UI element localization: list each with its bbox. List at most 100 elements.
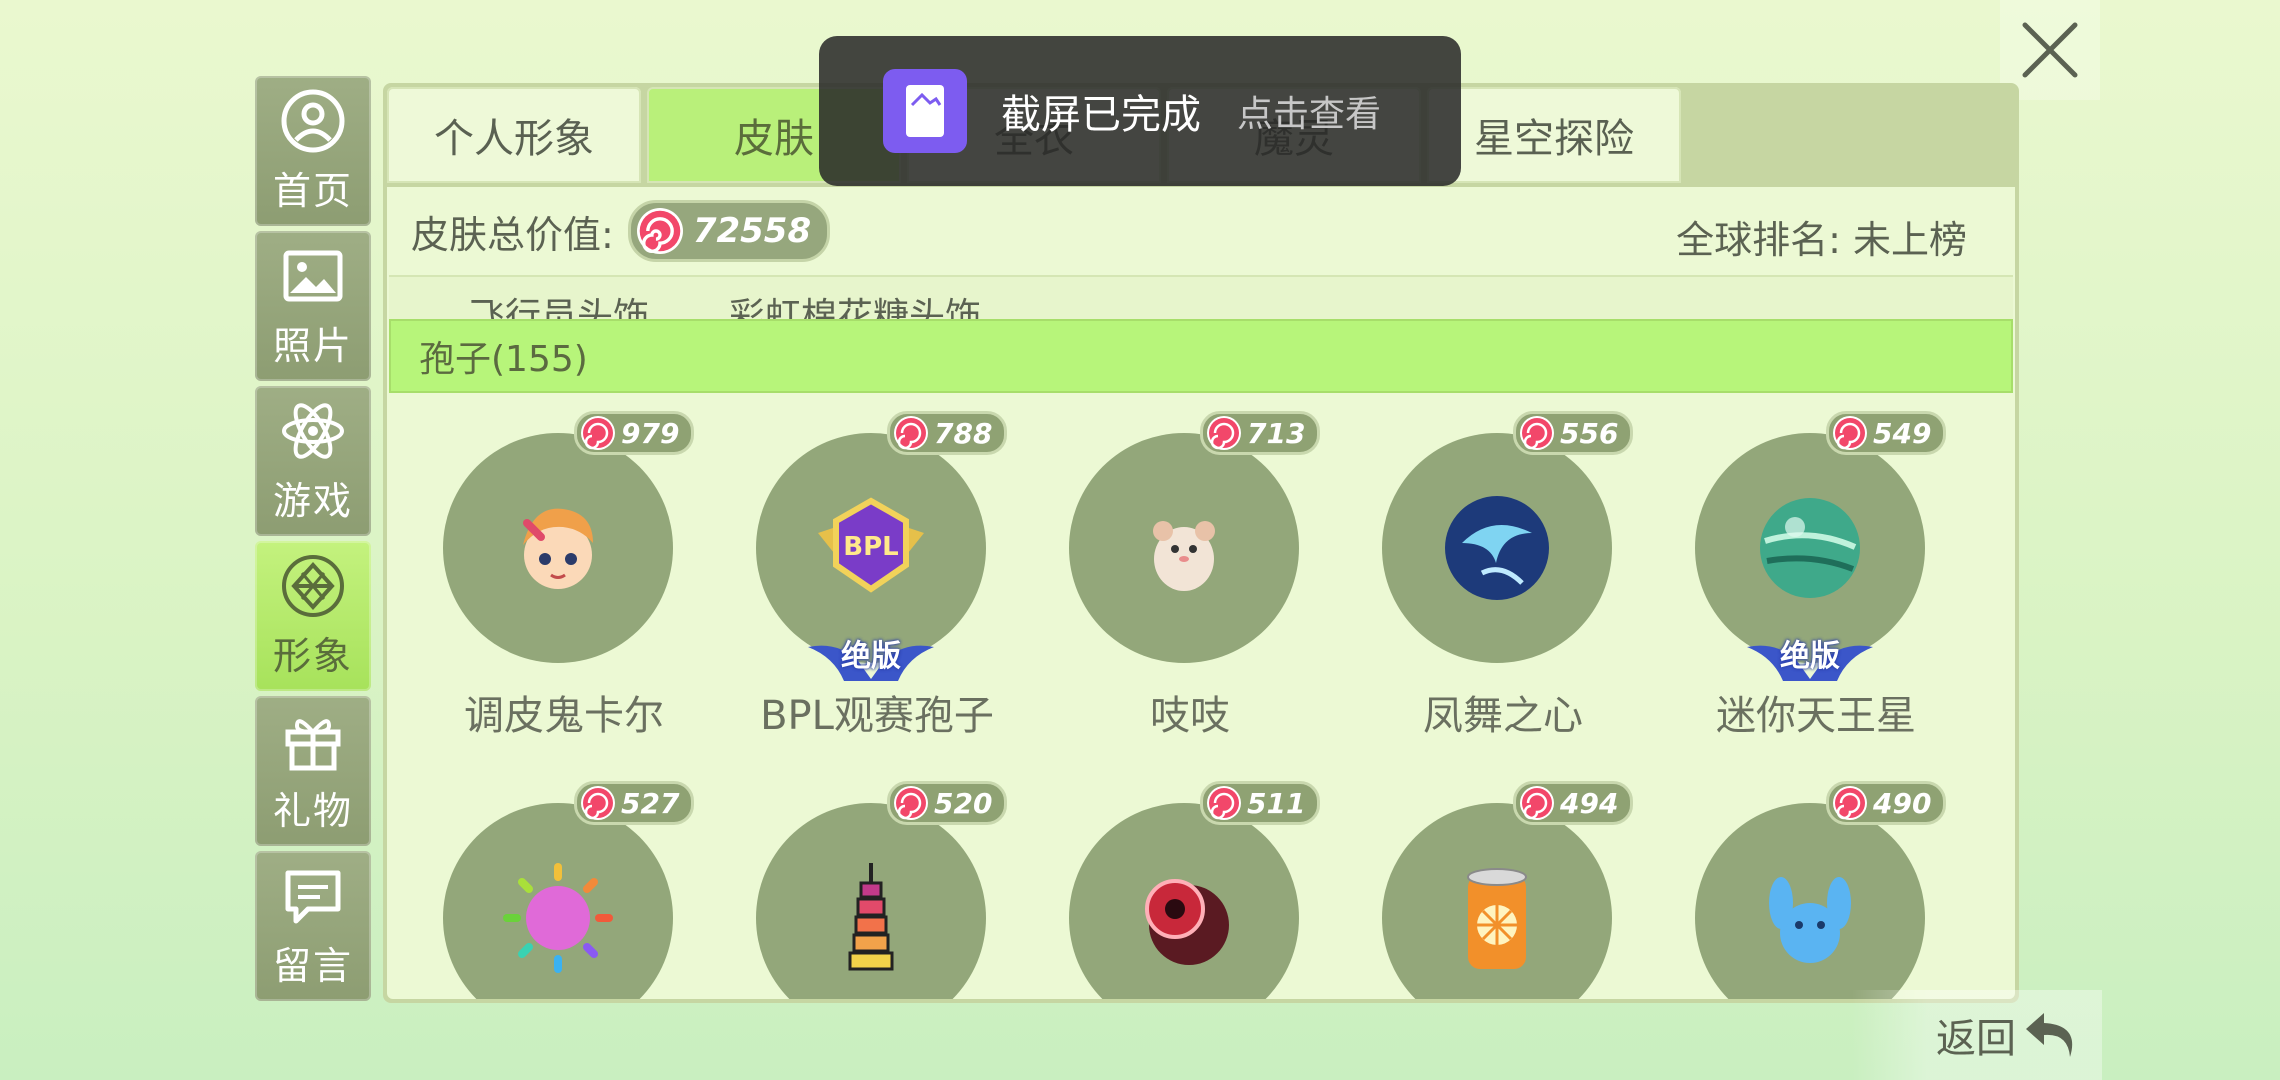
candy-icon xyxy=(1833,786,1867,820)
chat-icon xyxy=(280,863,346,929)
skin-item[interactable]: 494 xyxy=(1338,763,1650,999)
skin-item[interactable]: 549 绝版 迷你天王星 xyxy=(1651,393,1963,739)
item-name: 迷你天王星 xyxy=(1716,693,1916,739)
side-item-label: 礼物 xyxy=(272,788,353,833)
item-name: BPL观赛孢子 xyxy=(760,693,994,739)
price-value: 556 xyxy=(1560,416,1619,450)
candy-icon xyxy=(1833,416,1867,450)
candy-icon xyxy=(636,208,683,254)
side-menu: 首页 照片 游戏 形象 礼物 留言 xyxy=(255,76,371,1006)
price-tag: 556 xyxy=(1513,411,1634,455)
side-item-label: 留言 xyxy=(272,943,353,988)
limited-badge: 绝版 xyxy=(804,625,938,687)
price-tag: 494 xyxy=(1513,781,1634,825)
pagoda-icon xyxy=(848,863,894,971)
skin-value-row: 皮肤总价值: 72558 全球排名: 未上榜 xyxy=(387,187,2015,275)
total-value-pill: 72558 xyxy=(627,200,831,262)
skin-item[interactable]: 979 调皮鬼卡尔 xyxy=(399,393,711,739)
price-value: 520 xyxy=(934,786,993,820)
gift-icon xyxy=(280,708,346,774)
price-value: 788 xyxy=(934,416,993,450)
item-circle xyxy=(443,433,673,663)
item-circle xyxy=(1695,803,1925,999)
skin-item[interactable]: 556 凤舞之心 xyxy=(1338,393,1650,739)
price-value: 494 xyxy=(1560,786,1619,820)
candy-icon xyxy=(1520,416,1554,450)
price-tag: 490 xyxy=(1826,781,1947,825)
price-tag: 527 xyxy=(574,781,695,825)
item-name: 凤舞之心 xyxy=(1423,693,1583,739)
side-item-messages[interactable]: 留言 xyxy=(255,851,371,1001)
previous-section-row: 飞行员头饰 彩虹棉花糖头饰 xyxy=(389,275,2013,319)
side-item-label: 游戏 xyxy=(272,478,353,523)
screenshot-toast[interactable]: 截屏已完成 点击查看 xyxy=(819,36,1461,186)
limited-badge: 绝版 xyxy=(1743,625,1877,687)
total-value: 72558 xyxy=(692,211,812,251)
rainbow-sun-icon xyxy=(503,863,613,973)
skin-item[interactable]: 527 xyxy=(399,763,711,999)
side-item-label: 首页 xyxy=(272,168,353,213)
price-tag: 520 xyxy=(887,781,1008,825)
item-circle xyxy=(1069,803,1299,999)
side-item-avatar[interactable]: 形象 xyxy=(255,541,371,691)
return-arrow-icon xyxy=(2026,1013,2073,1057)
back-button[interactable]: 返回 xyxy=(1852,990,2102,1080)
skin-item[interactable]: 511 xyxy=(1025,763,1337,999)
price-tag: 549 xyxy=(1826,411,1947,455)
price-tag: 788 xyxy=(887,411,1008,455)
diamond-icon xyxy=(280,553,346,619)
item-circle xyxy=(1382,803,1612,999)
red-core-icon xyxy=(1145,879,1229,965)
blue-creature-icon xyxy=(1769,877,1851,963)
price-value: 979 xyxy=(621,416,680,450)
cut-item-name: 飞行员头饰 xyxy=(469,296,650,319)
price-tag: 979 xyxy=(574,411,695,455)
item-name: 吱吱 xyxy=(1150,693,1230,739)
item-circle xyxy=(756,803,986,999)
skin-item[interactable]: 490 xyxy=(1651,763,1963,999)
close-icon xyxy=(2022,22,2078,78)
item-grid: 979 调皮鬼卡尔 BPL 788 绝版 BPL观赛孢子 713 吱吱 556 … xyxy=(387,393,2015,999)
side-item-games[interactable]: 游戏 xyxy=(255,386,371,536)
side-item-photos[interactable]: 照片 xyxy=(255,231,371,381)
tab-star-adventure[interactable]: 星空探险 xyxy=(1427,87,1681,183)
side-item-home[interactable]: 首页 xyxy=(255,76,371,226)
hamster-icon xyxy=(1153,521,1215,591)
cartoon-boy-icon xyxy=(523,508,593,589)
total-value-label: 皮肤总价值: xyxy=(411,212,614,257)
item-name: 调皮鬼卡尔 xyxy=(464,693,664,739)
user-circle-icon xyxy=(280,88,346,154)
badge-text: 绝版 xyxy=(1780,639,1840,674)
skin-item[interactable]: 713 吱吱 xyxy=(1025,393,1337,739)
tab-personal-image[interactable]: 个人形象 xyxy=(387,87,641,183)
candy-icon xyxy=(581,786,615,820)
candy-icon xyxy=(581,416,615,450)
atom-icon xyxy=(280,398,346,464)
toast-title: 截屏已完成 xyxy=(1001,92,1201,138)
section-header-spores[interactable]: 孢子(155) xyxy=(389,319,2013,393)
cut-item-name: 彩虹棉花糖头饰 xyxy=(729,296,982,319)
badge-text: 绝版 xyxy=(841,639,901,674)
planet-icon xyxy=(1760,498,1860,598)
item-circle xyxy=(443,803,673,999)
side-item-label: 形象 xyxy=(272,633,353,678)
toast-view-link[interactable]: 点击查看 xyxy=(1237,85,1381,137)
skin-content: 皮肤总价值: 72558 全球排名: 未上榜 飞行员头饰 彩虹棉花糖头饰 孢子(… xyxy=(387,187,2015,999)
side-item-gifts[interactable]: 礼物 xyxy=(255,696,371,846)
skin-item[interactable]: BPL 788 绝版 BPL观赛孢子 xyxy=(712,393,1024,739)
skin-item[interactable]: 520 xyxy=(712,763,1024,999)
price-tag: 511 xyxy=(1200,781,1321,825)
phoenix-orb-icon xyxy=(1445,496,1549,600)
item-circle xyxy=(1069,433,1299,663)
price-value: 490 xyxy=(1873,786,1932,820)
bpl-emblem-icon: BPL xyxy=(818,497,924,593)
side-item-label: 照片 xyxy=(272,323,353,368)
image-icon xyxy=(280,243,346,309)
candy-icon xyxy=(1207,416,1241,450)
screenshot-icon xyxy=(883,69,967,153)
price-value: 511 xyxy=(1247,786,1306,820)
candy-icon xyxy=(1520,786,1554,820)
main-panel: 个人形象 皮肤 全衣 魔灵 星空探险 皮肤总价值: 72558 全球排名: 未上… xyxy=(383,83,2019,1003)
svg-text:BPL: BPL xyxy=(843,532,898,562)
price-value: 527 xyxy=(621,786,680,820)
